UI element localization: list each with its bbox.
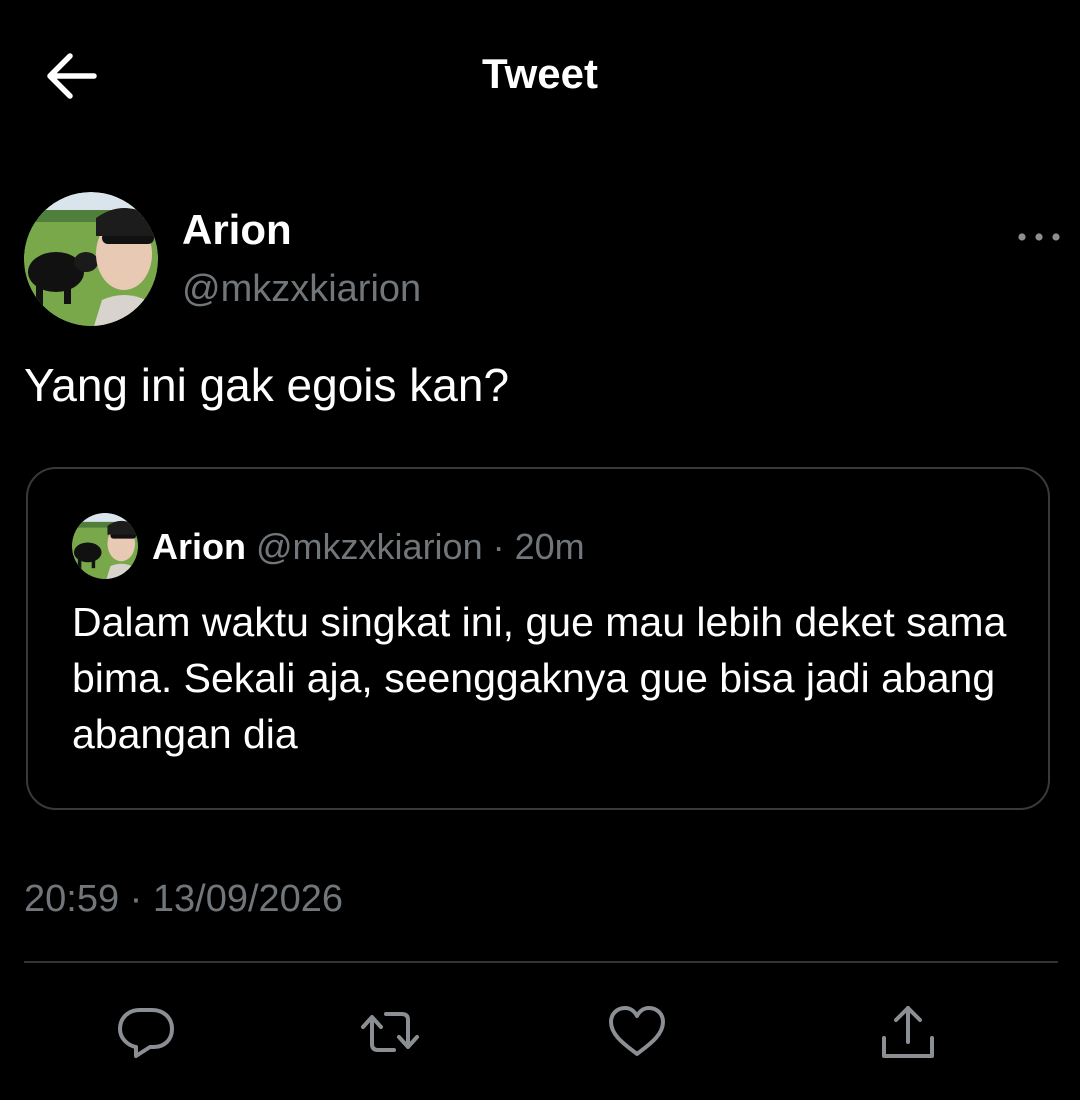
divider	[24, 961, 1058, 963]
quoted-author-handle: @mkzxkiarion	[256, 526, 483, 567]
like-button[interactable]	[605, 1000, 669, 1064]
more-horizontal-icon	[1018, 233, 1060, 241]
share-button[interactable]	[876, 1000, 940, 1064]
quoted-avatar-image	[72, 513, 138, 579]
more-options-button[interactable]	[1016, 222, 1062, 252]
author-name[interactable]: Arion	[182, 206, 292, 254]
avatar-image	[24, 192, 158, 326]
share-icon	[882, 1006, 934, 1058]
page-title: Tweet	[482, 50, 598, 97]
retweet-icon	[361, 1012, 419, 1052]
quoted-tweet-text: Dalam waktu singkat ini, gue mau lebih d…	[72, 599, 1007, 757]
top-bar: Tweet	[0, 0, 1080, 150]
tweet-timestamp[interactable]: 20:59 · 13/09/2026	[24, 878, 343, 921]
quoted-avatar	[72, 513, 138, 579]
separator-dot: ·	[492, 526, 505, 567]
quoted-tweet-header: Arion @mkzxkiarion · 20m	[152, 526, 585, 568]
quoted-author-name: Arion	[152, 526, 246, 567]
reply-icon	[118, 1008, 174, 1058]
tweet-text: Yang ini gak egois kan?	[24, 359, 510, 411]
reply-button[interactable]	[114, 1000, 178, 1064]
heart-icon	[609, 1006, 665, 1056]
author-handle[interactable]: @mkzxkiarion	[182, 268, 421, 311]
retweet-button[interactable]	[358, 1000, 422, 1064]
avatar[interactable]	[24, 192, 158, 326]
quoted-tweet-time: 20m	[514, 526, 585, 567]
